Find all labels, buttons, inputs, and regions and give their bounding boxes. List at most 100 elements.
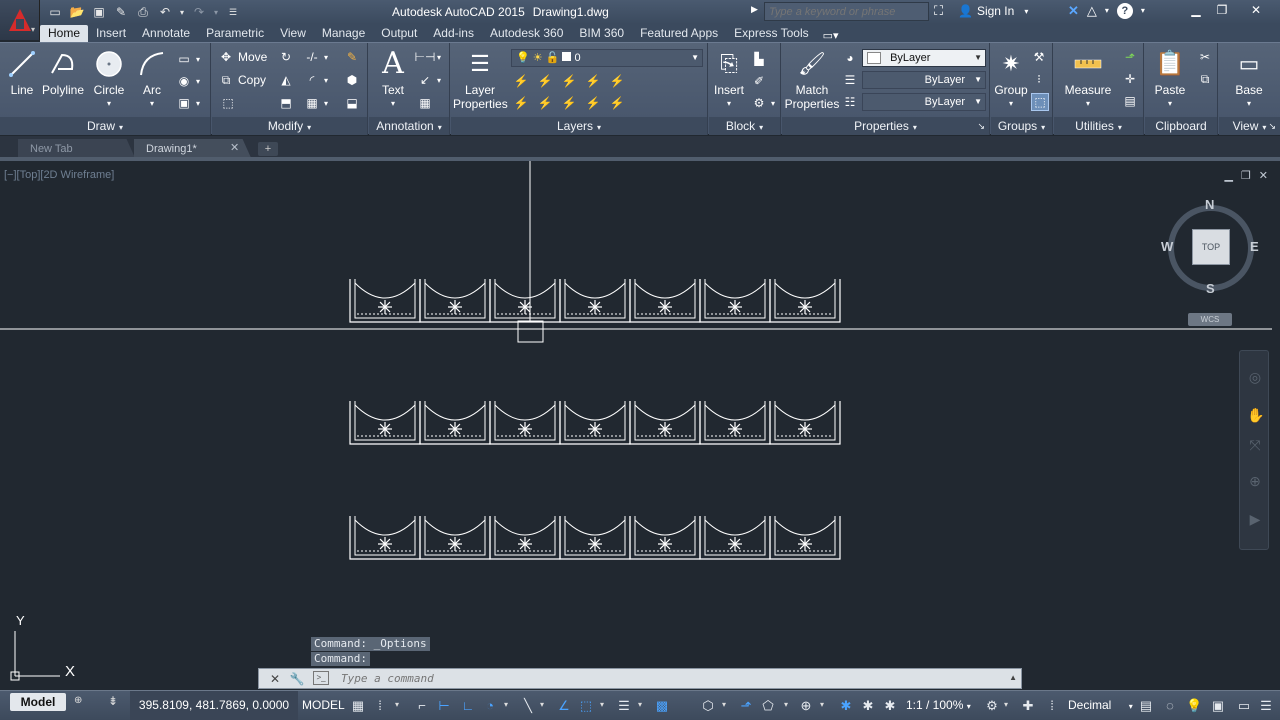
isolate-objects-icon[interactable]: 💡 <box>1186 698 1202 714</box>
quick-select-button[interactable]: ⬏ <box>1122 49 1138 65</box>
save-icon[interactable]: ▣ <box>90 3 108 21</box>
circle-button[interactable]: Circle ▾ <box>88 47 130 111</box>
selection-cycling-icon[interactable]: ⬡ <box>700 698 716 714</box>
showmotion-icon[interactable]: ▶ <box>1247 511 1263 527</box>
paste-button[interactable]: 📋 Paste ▾ <box>1151 47 1189 111</box>
fillet-button[interactable]: ◜ ▾ <box>304 72 328 88</box>
autodesk-a360-icon[interactable]: △ <box>1087 3 1097 19</box>
dynamic-ucs-icon[interactable]: ⬏ <box>738 698 754 714</box>
insert-button[interactable]: ⎘ Insert ▾ <box>711 47 747 111</box>
command-prompt-icon[interactable]: >_ <box>313 671 329 685</box>
measure-button[interactable]: Measure ▾ <box>1060 47 1116 111</box>
model-space-toggle[interactable]: MODEL <box>302 691 345 720</box>
chevron-down-icon[interactable]: ▾ <box>600 700 604 709</box>
layer-lock-icon[interactable]: ⚡ <box>537 95 553 111</box>
chevron-down-icon[interactable]: ▾ <box>88 97 130 111</box>
clipboard-panel-title[interactable]: Clipboard <box>1145 117 1217 135</box>
annotation-panel-title[interactable]: Annotation ▾ <box>369 117 449 135</box>
table-button[interactable]: ▦ <box>417 95 433 111</box>
tab-add-ins[interactable]: Add-ins <box>425 25 482 42</box>
viewcube-top-face[interactable]: TOP <box>1192 229 1230 265</box>
layer-properties-button[interactable]: ☰ Layer Properties <box>453 47 508 112</box>
line-button[interactable]: Line <box>4 47 40 97</box>
lock-ui-icon[interactable]: ◌ <box>1162 698 1178 714</box>
expand-arrow-icon[interactable]: ▶ <box>751 4 763 20</box>
dynamic-input-icon[interactable]: ⊢ <box>436 698 452 714</box>
layer-unisolate-icon[interactable]: ⚡ <box>585 73 601 89</box>
arc-button[interactable]: Arc ▾ <box>132 47 172 111</box>
draw-panel-title[interactable]: Draw ▾ <box>0 117 210 135</box>
units-dropdown[interactable]: Decimal ▾ <box>1068 691 1133 720</box>
compass-west[interactable]: W <box>1161 239 1173 254</box>
compass-south[interactable]: S <box>1206 281 1215 296</box>
close-icon[interactable]: ✕ <box>1236 1 1276 19</box>
create-block-button[interactable]: ▙ <box>751 51 767 67</box>
command-input[interactable] <box>341 670 1001 687</box>
point-id-button[interactable]: ✛ <box>1122 71 1138 87</box>
isodraft-icon[interactable]: ╲ <box>520 698 536 714</box>
search-input[interactable] <box>764 2 929 21</box>
minimize-icon[interactable]: ▁ <box>1184 1 1208 19</box>
layer-previous-icon[interactable]: ⚡ <box>537 73 553 89</box>
ungroup-button[interactable]: ⚒ <box>1031 49 1047 65</box>
application-menu-button[interactable]: ▾ <box>0 0 40 40</box>
viewport-close-icon[interactable]: ✕ <box>1259 169 1268 182</box>
graphics-performance-icon[interactable]: ▣ <box>1210 698 1226 714</box>
match-properties-button[interactable]: 🖌 Match Properties <box>784 47 840 112</box>
infer-constraints-icon[interactable]: ⌐ <box>414 698 430 714</box>
zoom-extents-icon[interactable]: ⤧ <box>1247 437 1263 453</box>
polar-tracking-icon[interactable]: ◔ <box>482 698 498 714</box>
quick-properties-icon[interactable]: ▤ <box>1138 698 1154 714</box>
lineweight-display-icon[interactable]: ☰ <box>616 698 632 714</box>
stay-connected-caret-icon[interactable]: ▾ <box>1105 6 1109 19</box>
cut-button[interactable]: ✂ <box>1197 49 1213 65</box>
view-panel-title[interactable]: View ▾ ↘ <box>1219 117 1280 135</box>
chevron-down-icon[interactable]: ▾ <box>638 700 642 709</box>
restore-icon[interactable]: ❐ <box>1210 1 1234 19</box>
attribute-button[interactable]: ⚙ ▾ <box>751 95 775 111</box>
group-button[interactable]: ✷ Group ▾ <box>993 47 1029 111</box>
object-snap-icon[interactable]: ⬚ <box>578 698 594 714</box>
help-dropdown-icon[interactable]: ▾ <box>1141 6 1145 19</box>
ortho-icon[interactable]: ∟ <box>460 698 476 714</box>
drawing-canvas[interactable]: [−][Top][2D Wireframe] ▁ ❐ ✕ TOP N S E W… <box>0 161 1280 690</box>
tab-view[interactable]: View <box>272 25 314 42</box>
redo-dropdown-icon[interactable]: ▾ <box>212 3 220 21</box>
binoculars-icon[interactable]: ⛶ <box>934 3 943 19</box>
new-tab-plus-icon[interactable]: + <box>258 142 278 156</box>
lineweight-dropdown[interactable]: ByLayer ▼ <box>862 71 986 89</box>
panel-launcher-icon[interactable]: ↘ <box>977 117 985 135</box>
coordinates-readout[interactable]: 395.8109, 481.7869, 0.0000 <box>130 691 298 720</box>
orbit-icon[interactable]: ⊕ <box>1247 473 1263 489</box>
edit-block-button[interactable]: ✐ <box>751 73 767 89</box>
chevron-down-icon[interactable]: ▾ <box>540 700 544 709</box>
rectangle-tool[interactable]: ▭ ▾ <box>176 51 200 67</box>
help-icon[interactable]: ? <box>1116 3 1133 19</box>
gradient-tool[interactable]: ▣ ▾ <box>176 95 200 111</box>
viewport-minimize-icon[interactable]: ▁ <box>1224 169 1232 182</box>
add-layout-icon[interactable]: ⊕ <box>74 695 82 706</box>
annotation-scale-icon[interactable]: ✱ <box>882 698 898 714</box>
viewcube[interactable]: TOP N S E W <box>1158 197 1264 301</box>
chevron-down-icon[interactable]: ▾ <box>395 700 399 709</box>
undo-dropdown-icon[interactable]: ▾ <box>178 3 186 21</box>
snap-icon[interactable]: ⁞ <box>372 698 388 714</box>
chevron-down-icon[interactable]: ▾ <box>132 97 172 111</box>
redo-icon[interactable]: ↷ <box>190 3 208 21</box>
ribbon-minimize-icon[interactable]: ▭▾ <box>817 29 845 42</box>
groups-panel-title[interactable]: Groups ▾ <box>991 117 1052 135</box>
compass-east[interactable]: E <box>1250 239 1259 254</box>
panel-launcher-icon[interactable]: ↘ <box>1268 117 1276 135</box>
erase-button[interactable]: ✎ <box>344 49 360 65</box>
trim-button[interactable]: -/- ▾ <box>304 49 328 65</box>
3d-object-snap-icon[interactable]: ⬠ <box>760 698 776 714</box>
new-file-icon[interactable]: ▭ <box>46 3 64 21</box>
object-snap-tracking-icon[interactable]: ∠ <box>556 698 572 714</box>
hatch-tool[interactable]: ◉ ▾ <box>176 73 200 89</box>
undo-icon[interactable]: ↶ <box>156 3 174 21</box>
tab-home[interactable]: Home <box>40 25 89 42</box>
sign-in-button[interactable]: 👤 Sign In ▾ <box>958 4 1028 18</box>
copy-clip-button[interactable]: ⧉ <box>1197 71 1213 87</box>
utilities-panel-title[interactable]: Utilities ▾ <box>1054 117 1143 135</box>
layer-thaw-all-icon[interactable]: ⚡ <box>585 95 601 111</box>
